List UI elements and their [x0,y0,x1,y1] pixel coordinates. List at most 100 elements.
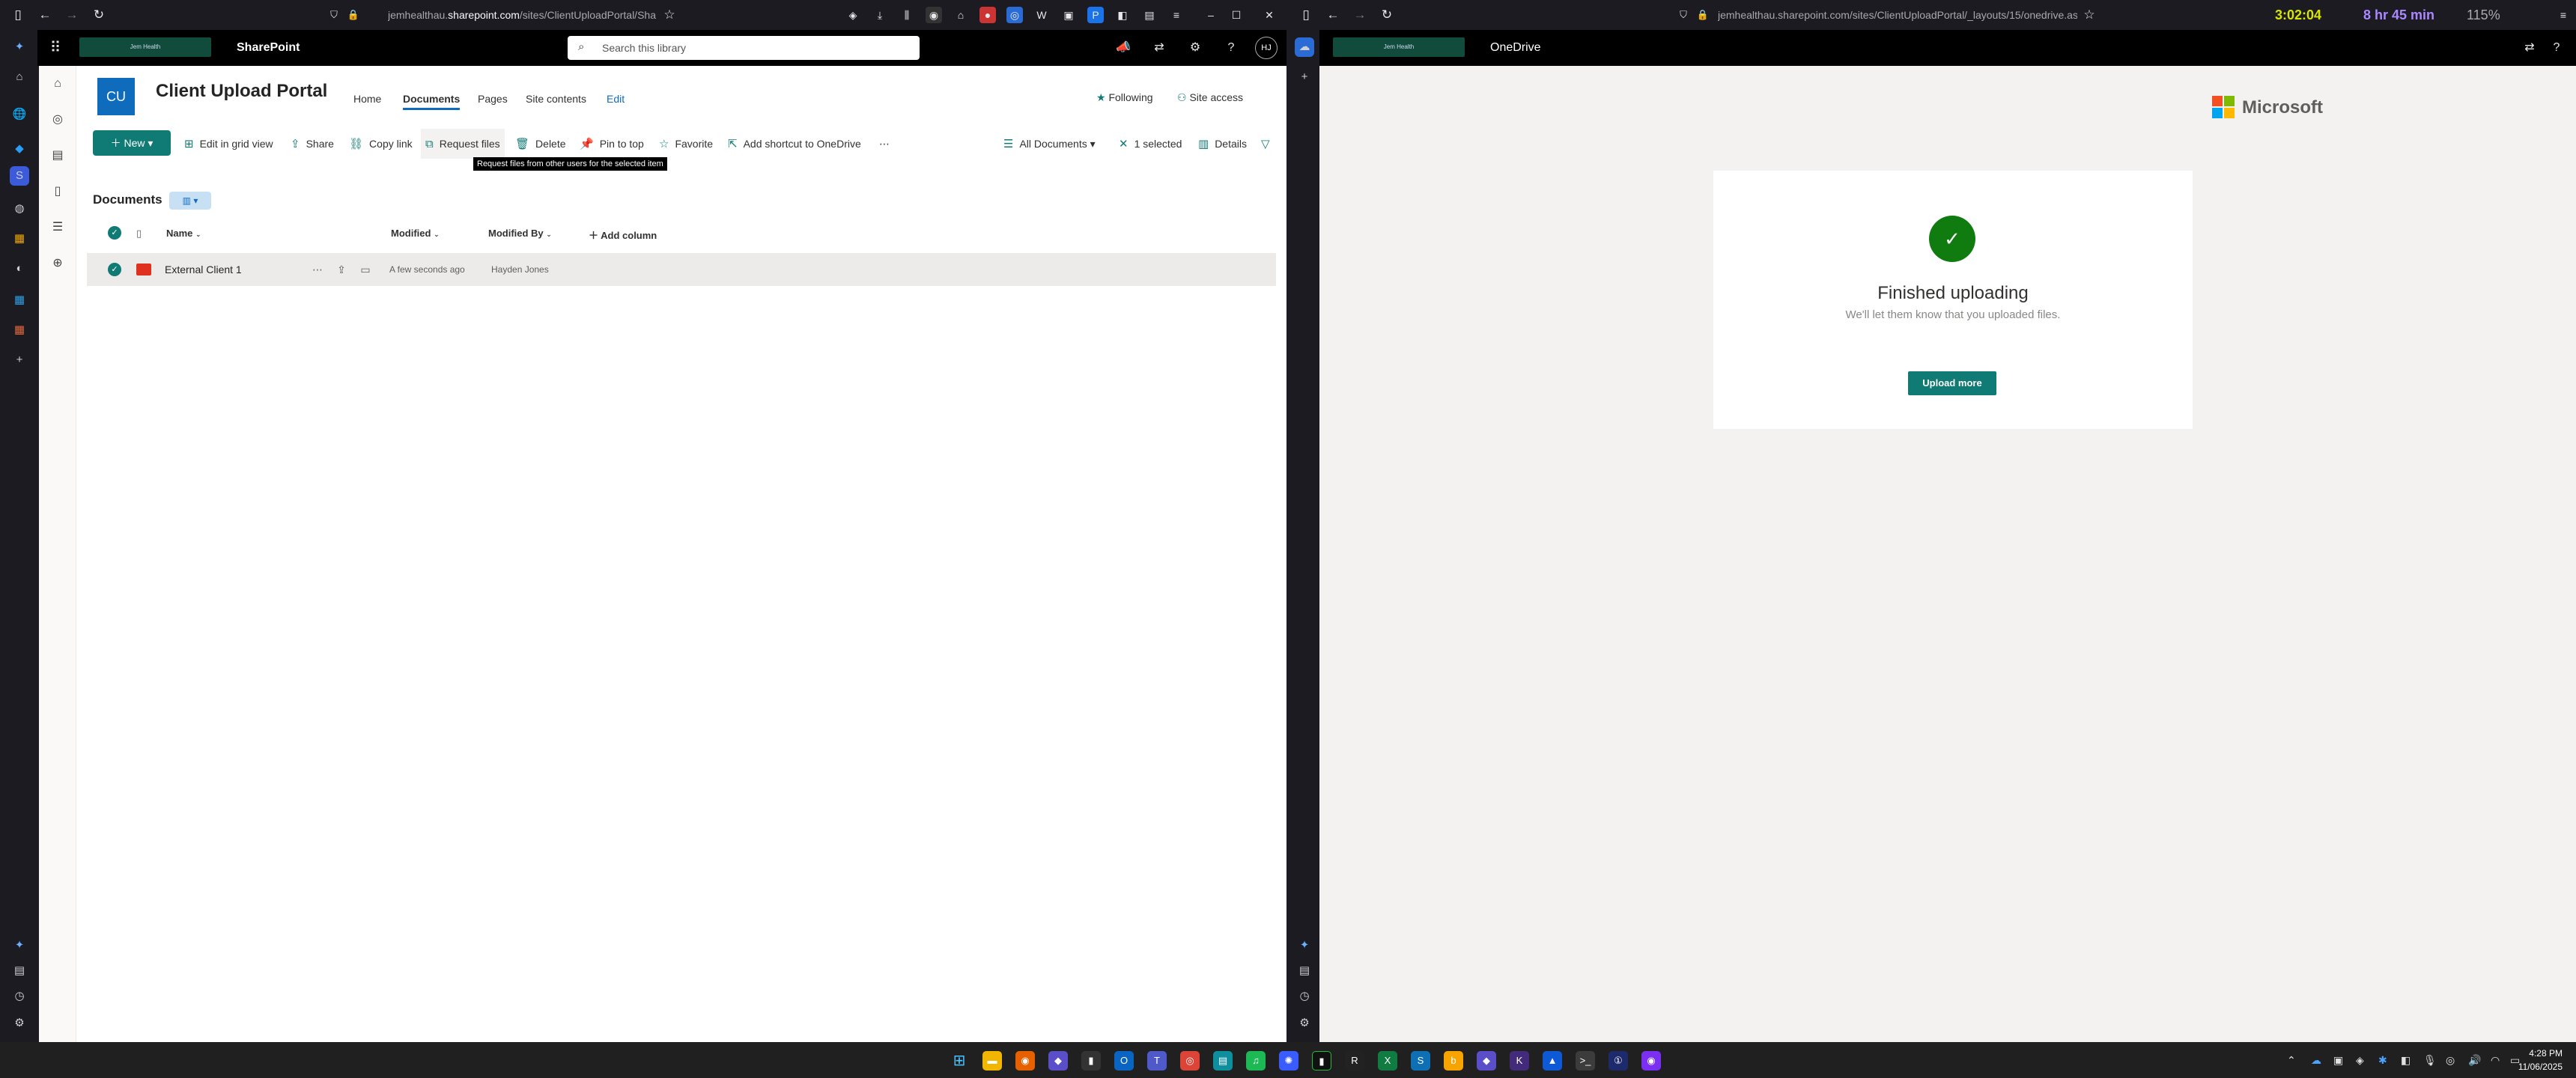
share-app-icon[interactable]: ⇄ [2521,39,2539,57]
collections-icon[interactable]: ▤ [10,961,29,981]
more-actions-button[interactable]: ⋯ [879,129,890,159]
site-access-button[interactable]: ⚇ Site access [1177,91,1243,104]
wifi-icon[interactable]: ◠ [2491,1042,2500,1078]
extension-icon[interactable]: W [1033,7,1050,23]
reload-icon[interactable]: ↻ [1378,6,1396,24]
avatar[interactable]: HJ [1255,37,1278,59]
forward-icon[interactable]: → [63,6,81,24]
onedrive-app-icon[interactable]: ☁ [1295,37,1314,57]
filter-button[interactable]: ▽ [1261,129,1276,159]
edit-grid-view-button[interactable]: ⊞ Edit in grid view [184,129,273,159]
site-logo[interactable]: CU [97,78,135,115]
share-icon[interactable]: ⇪ [334,262,349,277]
extension-icon[interactable]: ◎ [1006,7,1023,23]
search-input[interactable]: Search this library [602,36,686,60]
share-button[interactable]: ⇪ Share [291,129,334,159]
start-icon[interactable]: ⊞ [950,1051,969,1071]
zoom-value[interactable]: 115% [2467,7,2500,23]
file-type-icon[interactable]: ▯ [136,228,142,240]
add-icon[interactable]: + [10,350,29,370]
following-button[interactable]: ★ Following [1096,91,1153,104]
news-icon[interactable]: ▤ [49,147,67,165]
app-icon[interactable]: ▮ [1081,1051,1101,1071]
search-box[interactable]: ⌕ Search this library [568,36,920,60]
extension-icon[interactable]: ⌂ [953,7,969,23]
sidebar-toggle-icon[interactable]: ▯ [1297,6,1315,24]
files-icon[interactable]: ▯ [49,183,67,201]
pin-to-top-button[interactable]: 📌 Pin to top [580,129,644,159]
select-all-checkbox[interactable]: ✓ [108,226,121,240]
nav-site-contents[interactable]: Site contents [526,93,586,105]
site-title[interactable]: Client Upload Portal [156,81,327,102]
help-icon[interactable]: ? [1222,39,1240,57]
shield-icon[interactable]: ⛉ [1674,6,1692,24]
copy-link-button[interactable]: ⛓ Copy link [349,129,413,159]
bookmark-star-icon[interactable]: ☆ [660,6,678,24]
extension-icon[interactable]: ▣ [1060,7,1077,23]
excel-icon[interactable]: X [1378,1051,1397,1071]
gear-icon[interactable]: ⚙ [1186,39,1204,57]
table-row[interactable]: ✓ External Client 1 ⋯ ⇪ ▭ A few seconds … [87,253,1276,286]
app-icon[interactable]: ▤ [1213,1051,1233,1071]
reload-icon[interactable]: ↻ [90,6,108,24]
settings-icon[interactable]: ⚙ [1295,1014,1314,1033]
history-icon[interactable]: ◷ [10,987,29,1006]
menu-icon[interactable]: ≡ [2555,7,2572,23]
nav-documents[interactable]: Documents [403,93,461,110]
nav-pages[interactable]: Pages [478,93,508,105]
sparkle-icon[interactable]: ✦ [1295,936,1314,955]
extension-icon[interactable]: ▦ [10,229,29,249]
library-icon[interactable]: ⫼ [899,7,915,23]
tray-chevron-icon[interactable]: ⌃ [2287,1042,2296,1078]
address-bar[interactable]: jemhealthau.sharepoint.com/sites/ClientU… [1718,4,2077,26]
file-explorer-icon[interactable]: ▬ [982,1051,1002,1071]
lists-icon[interactable]: ☰ [49,219,67,237]
delete-button[interactable]: 🗑 Delete [515,129,566,159]
terminal-icon[interactable]: >_ [1576,1051,1595,1071]
history-icon[interactable]: ◷ [1295,987,1314,1006]
app-name[interactable]: OneDrive [1490,30,1541,66]
teams-icon[interactable]: T [1147,1051,1167,1071]
more-icon[interactable]: ⋯ [310,262,325,277]
share-app-icon[interactable]: ⇄ [1150,39,1168,57]
nav-home[interactable]: Home [353,93,381,105]
app-name[interactable]: SharePoint [237,30,300,66]
favorite-button[interactable]: ☆ Favorite [659,129,713,159]
upload-more-button[interactable]: Upload more [1908,371,1996,395]
globe-icon[interactable]: ◎ [49,111,67,129]
details-button[interactable]: ▥ Details [1198,129,1247,159]
extension-icon[interactable]: ◆ [10,139,29,159]
app-icon[interactable]: ◆ [1048,1051,1068,1071]
copilot-icon[interactable]: ✦ [10,37,29,57]
help-icon[interactable]: ? [2548,39,2566,57]
extension-icon[interactable]: ▤ [1141,7,1158,23]
library-view-switcher[interactable]: ▥ ▾ [169,192,211,210]
settings-icon[interactable]: ⚙ [10,1014,29,1033]
column-modified[interactable]: Modified ⌄ [391,228,440,239]
add-shortcut-button[interactable]: ⇱ Add shortcut to OneDrive [728,129,861,159]
sparkle-icon[interactable]: ✦ [10,936,29,955]
app-icon[interactable]: ◆ [1477,1051,1496,1071]
tray-app-icon[interactable]: ◧ [2401,1042,2411,1078]
onedrive-tray-icon[interactable]: ☁ [2311,1042,2321,1078]
nav-edit[interactable]: Edit [607,93,625,105]
app-icon[interactable]: ◉ [1641,1051,1661,1071]
menu-icon[interactable]: ≡ [1168,7,1185,23]
org-logo[interactable]: Jem Health [79,37,211,57]
app-icon[interactable]: K [1510,1051,1529,1071]
outlook-icon[interactable]: O [1114,1051,1134,1071]
sidebar-toggle-icon[interactable]: ▯ [9,6,27,24]
tray-app-icon[interactable]: ✱ [2378,1042,2387,1078]
forward-icon[interactable]: → [1351,6,1369,24]
tray-app-icon[interactable]: ◎ [2446,1042,2455,1078]
download-icon[interactable]: ⤓ [872,7,888,23]
home-icon[interactable]: ⌂ [49,75,67,93]
sharepoint-app-icon[interactable]: S [10,166,29,186]
pocket-icon[interactable]: ◈ [845,7,861,23]
extension-icon[interactable]: ◍ [10,199,29,219]
address-bar[interactable]: jemhealthau.sharepoint.com/sites/ClientU… [388,4,657,26]
row-checkbox[interactable]: ✓ [108,263,121,276]
comment-icon[interactable]: ▭ [358,262,373,277]
maximize-icon[interactable]: ☐ [1228,7,1245,23]
app-icon[interactable]: S [1411,1051,1430,1071]
